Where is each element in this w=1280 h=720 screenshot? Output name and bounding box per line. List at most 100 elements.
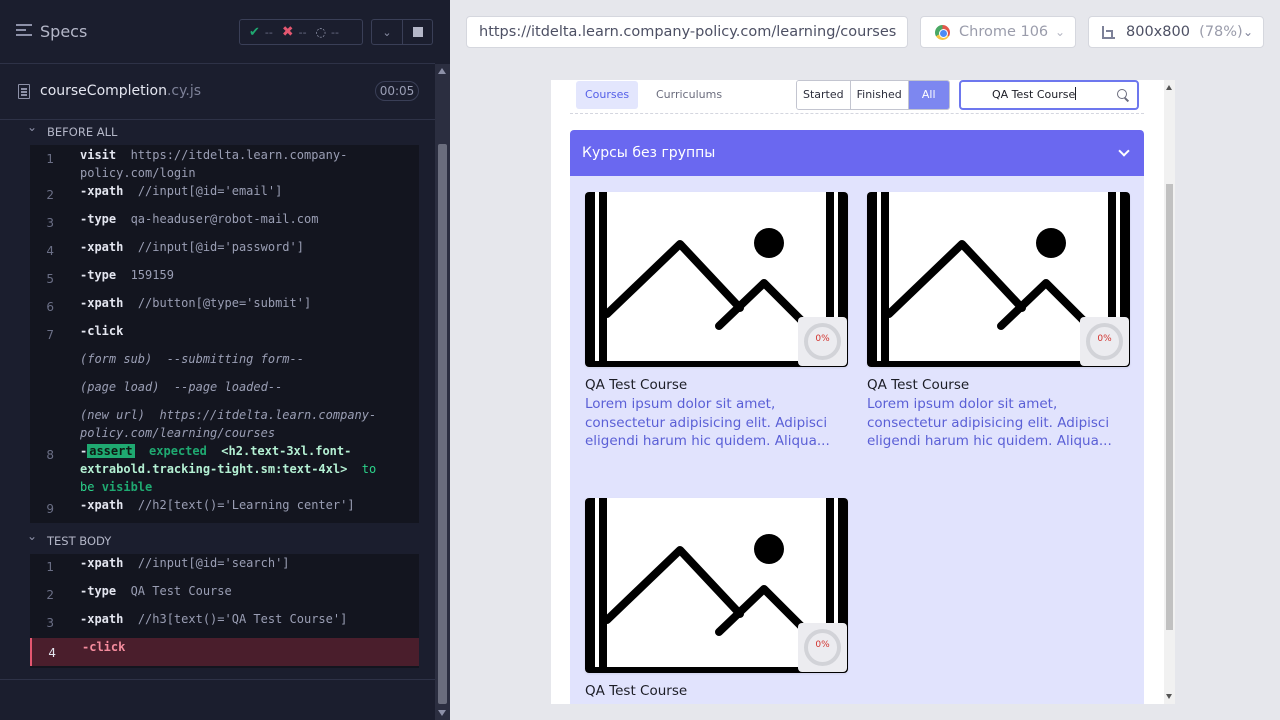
progress-indicator: 0% (798, 317, 847, 366)
browser-name: Chrome 106 (959, 24, 1049, 40)
command-name: -xpath (80, 556, 124, 570)
viewport-selector[interactable]: 800x800 (78%) ⌄ (1088, 16, 1264, 48)
assert-expected: expected (149, 444, 207, 458)
command-name: -click (80, 324, 124, 338)
course-description: Lorem ipsum dolor sit amet, consectetur … (867, 396, 1112, 449)
reporter-header: Specs ✔ -- ✖ -- ◌ -- ⌄ (0, 0, 435, 64)
passed-stat: ✔ -- (249, 25, 273, 40)
reporter-scrollbar[interactable] (435, 64, 450, 720)
command-number: 2 (46, 588, 54, 602)
scroll-up-icon[interactable] (1166, 85, 1172, 90)
command-number: 7 (46, 328, 54, 342)
course-image: 0% (585, 192, 848, 367)
course-group-title: Курсы без группы (582, 145, 716, 161)
course-card[interactable]: 0% QA Test Course Lorem ipsum dolor sit … (867, 192, 1130, 451)
scroll-down-icon[interactable] (1166, 694, 1172, 699)
course-title[interactable]: QA Test Course (867, 377, 1130, 393)
command-number: 8 (46, 448, 54, 462)
course-title[interactable]: QA Test Course (585, 377, 848, 393)
chevron-down-icon: ⌄ (382, 25, 392, 39)
check-icon: ✔ (249, 24, 260, 40)
spec-file-name: courseCompletion.cy.js (40, 83, 201, 99)
course-card[interactable]: 0% QA Test Course Lorem ipsum dolor sit … (585, 192, 848, 451)
app-preview-panel: https://itdelta.learn.company-policy.com… (450, 0, 1280, 720)
scrollbar-thumb[interactable] (438, 144, 447, 704)
viewport-size: 800x800 (1126, 24, 1190, 40)
course-description: Lorem ipsum dolor sit amet, consectetur … (585, 396, 830, 449)
course-group-body: 0% QA Test Course Lorem ipsum dolor sit … (570, 176, 1144, 704)
status-filter: Started Finished All (796, 80, 950, 110)
command-name: -xpath (80, 240, 124, 254)
spec-file-basename: courseCompletion (40, 83, 167, 99)
auto-scroll-button[interactable]: ⌄ (371, 19, 403, 45)
app-under-test: Courses Curriculums Started Finished All… (551, 80, 1175, 704)
course-image: 0% (585, 498, 848, 673)
spinner-icon: ◌ (315, 25, 327, 39)
command-number: 4 (46, 244, 54, 258)
course-card[interactable]: 0% QA Test Course (585, 498, 848, 699)
spec-file-row[interactable]: courseCompletion.cy.js 00:05 (0, 64, 435, 120)
stop-button[interactable] (403, 19, 433, 45)
course-image: 0% (867, 192, 1130, 367)
progress-percent: 0% (815, 640, 830, 650)
failed-command-row[interactable]: 4 -click (30, 638, 419, 666)
before-all-label: BEFORE ALL (47, 125, 118, 139)
command-number: 4 (48, 646, 56, 660)
command-number: 3 (46, 616, 54, 630)
command-message: qa-headuser@robot-mail.com (130, 212, 319, 226)
filter-all[interactable]: All (908, 81, 949, 109)
command-number: 5 (46, 272, 54, 286)
specs-title[interactable]: Specs (40, 22, 87, 41)
chrome-icon (935, 25, 950, 40)
before-all-header[interactable]: BEFORE ALL (27, 120, 118, 139)
progress-percent: 0% (815, 334, 830, 344)
command-message: QA Test Course (130, 584, 232, 598)
viewport-icon (1102, 26, 1115, 39)
test-body-label: TEST BODY (47, 534, 112, 548)
tab-curriculums[interactable]: Curriculums (647, 81, 731, 109)
failed-stat: ✖ -- (282, 24, 307, 40)
course-group-header[interactable]: Курсы без группы (570, 130, 1144, 176)
failed-count: -- (298, 25, 307, 39)
divider (570, 113, 1144, 114)
command-message: //input[@id='search'] (137, 556, 290, 570)
stop-icon (412, 27, 423, 37)
command-number: 1 (46, 152, 54, 166)
command-number: 6 (46, 300, 54, 314)
test-body-commands: 1 -xpath //input[@id='search'] 2 -type Q… (30, 554, 419, 668)
command-message: https://itdelta.learn.company-policy.com… (80, 148, 348, 180)
browser-selector[interactable]: Chrome 106 ⌄ (920, 16, 1076, 48)
assert-badge: assert (87, 444, 135, 458)
event-message: --submitting form-- (166, 352, 304, 366)
command-message: //input[@id='password'] (137, 240, 304, 254)
filter-finished[interactable]: Finished (850, 81, 909, 109)
specs-menu-icon[interactable] (16, 24, 32, 40)
cross-icon: ✖ (281, 24, 294, 40)
app-scrollbar[interactable] (1164, 80, 1175, 704)
scrollbar-thumb[interactable] (1166, 184, 1173, 630)
search-input[interactable]: QA Test Course (959, 80, 1139, 110)
event-label: (new url) (80, 408, 146, 422)
pending-stat: ◌ -- (316, 25, 339, 39)
command-name: -xpath (80, 612, 124, 626)
command-name: -xpath (80, 296, 124, 310)
tab-courses[interactable]: Courses (576, 81, 639, 109)
progress-indicator: 0% (798, 623, 847, 672)
filter-started[interactable]: Started (797, 81, 851, 109)
command-number: 9 (46, 502, 54, 516)
search-icon[interactable] (1117, 89, 1127, 99)
duration-badge: 00:05 (375, 81, 419, 101)
scroll-up-icon[interactable] (438, 68, 446, 74)
scroll-down-icon[interactable] (438, 710, 446, 716)
command-name: -type (80, 268, 117, 282)
reporter-divider (0, 679, 435, 680)
course-title[interactable]: QA Test Course (585, 683, 848, 699)
command-name: -type (80, 212, 117, 226)
command-message: //h3[text()='QA Test Course'] (137, 612, 348, 626)
pending-count: -- (331, 25, 339, 39)
url-bar[interactable]: https://itdelta.learn.company-policy.com… (466, 16, 908, 48)
test-body-header[interactable]: TEST BODY (27, 529, 112, 548)
test-stats: ✔ -- ✖ -- ◌ -- (239, 19, 363, 45)
search-value: QA Test Course (992, 88, 1076, 101)
progress-indicator: 0% (1080, 317, 1129, 366)
